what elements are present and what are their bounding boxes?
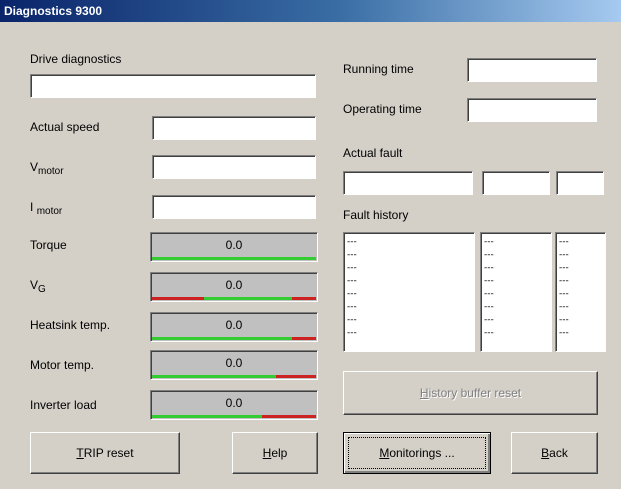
list-item[interactable]: ---	[347, 314, 474, 327]
v-motor-field[interactable]	[152, 155, 316, 179]
history-buffer-reset-label: History buffer reset	[419, 386, 522, 400]
heatsink-gauge-bar-ok	[152, 337, 292, 340]
vg-value: 0.0	[225, 278, 243, 292]
motor-temp-gauge-bar-alarm	[276, 375, 316, 378]
label-heatsink-temp: Heatsink temp.	[30, 318, 111, 332]
help-button[interactable]: Help	[232, 432, 318, 474]
list-item[interactable]: ---	[484, 327, 551, 340]
label-actual-fault: Actual fault	[343, 146, 403, 160]
back-button[interactable]: Back	[511, 432, 598, 474]
label-actual-speed: Actual speed	[30, 120, 100, 134]
label-torque: Torque	[30, 238, 67, 252]
list-item[interactable]: ---	[484, 249, 551, 262]
heatsink-temp-value: 0.0	[225, 318, 243, 332]
label-fault-history: Fault history	[343, 208, 409, 222]
motor-temp-gauge-bar-ok	[152, 375, 276, 378]
list-item[interactable]: ---	[347, 262, 474, 275]
list-item[interactable]: ---	[559, 301, 605, 314]
fault-history-list-2[interactable]: --- --- --- --- --- --- --- ---	[480, 232, 552, 352]
history-buffer-reset-button[interactable]: History buffer reset	[343, 371, 598, 415]
vg-gauge-bar-alarm-high	[292, 297, 316, 300]
list-item[interactable]: ---	[484, 301, 551, 314]
inverter-load-gauge-bar-ok	[152, 415, 262, 418]
operating-time-field[interactable]	[467, 98, 597, 122]
help-label: Help	[262, 446, 288, 460]
drive-diagnostics-field[interactable]	[30, 74, 316, 98]
list-item[interactable]: ---	[559, 249, 605, 262]
actual-speed-field[interactable]	[152, 116, 316, 140]
vg-gauge-bar-ok	[204, 297, 292, 300]
trip-reset-button[interactable]: TRIP reset	[30, 432, 180, 474]
list-item[interactable]: ---	[484, 314, 551, 327]
label-motor-temp: Motor temp.	[30, 358, 95, 372]
diagnostics-window: Diagnostics 9300 Drive diagnostics Actua…	[0, 0, 621, 489]
torque-gauge-bar-ok	[152, 257, 316, 260]
label-vg-sub: G	[38, 284, 46, 295]
label-inverter-load: Inverter load	[30, 398, 97, 412]
list-item[interactable]: ---	[347, 275, 474, 288]
label-i-motor-sub: motor	[36, 206, 63, 217]
list-item[interactable]: ---	[559, 236, 605, 249]
list-item[interactable]: ---	[484, 288, 551, 301]
heatsink-gauge-bar-alarm	[292, 337, 316, 340]
list-item[interactable]: ---	[559, 275, 605, 288]
inverter-load-gauge-bar-alarm	[262, 415, 316, 418]
list-item[interactable]: ---	[347, 327, 474, 340]
running-time-field[interactable]	[467, 58, 597, 82]
inverter-load-gauge: 0.0	[150, 390, 318, 420]
label-v-motor-sub: motor	[38, 166, 64, 177]
fault-history-list-3[interactable]: --- --- --- --- --- --- --- ---	[555, 232, 606, 352]
list-item[interactable]: ---	[347, 236, 474, 249]
list-item[interactable]: ---	[559, 288, 605, 301]
list-item[interactable]: ---	[484, 236, 551, 249]
vg-gauge: 0.0	[150, 272, 318, 302]
motor-temp-gauge: 0.0	[150, 350, 318, 380]
actual-fault-field-2[interactable]	[482, 171, 550, 195]
label-operating-time: Operating time	[343, 102, 422, 116]
label-v-motor-main: V	[30, 160, 39, 174]
list-item[interactable]: ---	[484, 262, 551, 275]
list-item[interactable]: ---	[347, 249, 474, 262]
heatsink-temp-gauge: 0.0	[150, 312, 318, 342]
list-item[interactable]: ---	[347, 301, 474, 314]
list-item[interactable]: ---	[559, 262, 605, 275]
window-title: Diagnostics 9300	[0, 0, 621, 22]
trip-reset-label: TRIP reset	[76, 446, 134, 460]
label-v-motor: Vmotor	[30, 160, 64, 177]
fault-history-list-1[interactable]: --- --- --- --- --- --- --- ---	[343, 232, 475, 352]
torque-value: 0.0	[225, 238, 243, 252]
list-item[interactable]: ---	[347, 288, 474, 301]
torque-gauge: 0.0	[150, 232, 318, 262]
list-item[interactable]: ---	[559, 314, 605, 327]
back-label: Back	[541, 446, 568, 460]
actual-fault-field-1[interactable]	[343, 171, 473, 195]
vg-gauge-bar-alarm-low	[152, 297, 204, 300]
label-vg: VG	[30, 278, 46, 295]
monitorings-button[interactable]: Monitorings ...	[343, 432, 491, 474]
label-drive-diagnostics: Drive diagnostics	[30, 52, 122, 66]
motor-temp-value: 0.0	[225, 356, 243, 370]
label-running-time: Running time	[343, 62, 414, 76]
label-i-motor: I motor	[30, 200, 62, 217]
label-vg-main: V	[30, 278, 39, 292]
label-i-motor-main: I	[30, 200, 34, 214]
i-motor-field[interactable]	[152, 195, 316, 219]
list-item[interactable]: ---	[559, 327, 605, 340]
actual-fault-field-3[interactable]	[556, 171, 604, 195]
list-item[interactable]: ---	[484, 275, 551, 288]
inverter-load-value: 0.0	[225, 396, 243, 410]
focus-rect	[348, 437, 486, 469]
